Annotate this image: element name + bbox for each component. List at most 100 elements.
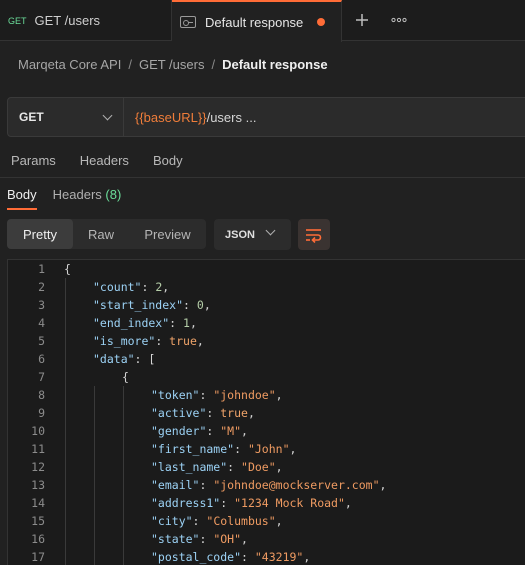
tab-default-response[interactable]: Default response — [172, 0, 342, 42]
code-token: { — [64, 262, 71, 276]
code-token: , — [379, 478, 387, 492]
line-number: 16 — [31, 532, 45, 546]
breadcrumb-collection[interactable]: Marqeta Core API — [18, 57, 121, 72]
code-text: "last_name": "Doe", — [151, 458, 283, 476]
code-text: { — [64, 260, 71, 278]
code-token: true — [220, 406, 248, 420]
code-line: 17 "postal_code": "43219", — [8, 548, 525, 565]
new-tab-button[interactable] — [342, 0, 382, 40]
url-bar: GET {{baseURL}}/users ... — [7, 97, 525, 137]
chevron-down-icon — [265, 225, 276, 236]
response-body-editor[interactable]: 1{2 "count": 2, 3 "start_index": 0, 4 "end_in… — [7, 259, 525, 565]
wrap-lines-icon — [306, 228, 322, 243]
code-token: : — [206, 424, 221, 438]
tab-title: Default response — [205, 14, 304, 30]
code-token: : — [241, 550, 255, 564]
code-line: 13 "email": "johndoe@mockserver.com", — [8, 476, 525, 494]
code-token: "John" — [247, 442, 290, 456]
code-text: "end_index": 1, — [93, 314, 197, 332]
tab-headers[interactable]: Headers — [80, 153, 129, 168]
code-line: 15 "city": "Columbus", — [8, 512, 525, 530]
breadcrumb-separator: / — [211, 56, 216, 72]
headers-count-badge: (8) — [105, 187, 122, 202]
format-select[interactable]: JSON — [214, 219, 291, 250]
code-text: "data": [ — [93, 350, 155, 368]
code-token: "state" — [151, 532, 200, 546]
code-token: "start_index" — [93, 298, 184, 312]
code-token: "first_name" — [151, 442, 235, 456]
code-token: : — [141, 280, 156, 294]
code-token: , — [275, 514, 283, 528]
tab-params[interactable]: Params — [11, 153, 56, 168]
code-token: , — [289, 442, 297, 456]
tab-bar: GET GET /users Default response — [0, 0, 525, 42]
line-number: 4 — [38, 316, 45, 330]
code-line: 2 "count": 2, — [8, 278, 525, 296]
code-token: : — [199, 532, 214, 546]
tab-body[interactable]: Body — [153, 153, 183, 168]
code-text: "address1": "1234 Mock Road", — [151, 494, 352, 512]
code-token: "johndoe" — [213, 388, 276, 402]
method-select[interactable]: GET — [8, 98, 124, 136]
code-text: "state": "OH", — [151, 530, 248, 548]
code-token: : — [234, 442, 248, 456]
code-text: "count": 2, — [93, 278, 169, 296]
code-line: 11 "first_name": "John", — [8, 440, 525, 458]
code-token: , — [196, 334, 204, 348]
code-text: "gender": "M", — [151, 422, 248, 440]
raw-button[interactable]: Raw — [73, 219, 129, 249]
breadcrumb-request[interactable]: GET /users — [139, 57, 205, 72]
breadcrumb-separator: / — [128, 56, 132, 72]
code-token: "address1" — [151, 496, 221, 510]
wrap-lines-button[interactable] — [298, 219, 330, 250]
code-line: 16 "state": "OH", — [8, 530, 525, 548]
divider — [0, 177, 525, 178]
code-token: , — [189, 316, 197, 330]
code-text: "active": true, — [151, 404, 255, 422]
tab-response-body[interactable]: Body — [7, 187, 37, 210]
code-token: : — [192, 514, 207, 528]
code-line: 6 "data": [ — [8, 350, 525, 368]
preview-button[interactable]: Preview — [129, 219, 206, 249]
code-token: 1 — [183, 316, 190, 330]
code-token: "data" — [93, 352, 135, 366]
code-token: "Doe" — [241, 460, 276, 474]
code-line: 12 "last_name": "Doe", — [8, 458, 525, 476]
code-token: "gender" — [151, 424, 207, 438]
code-text: "email": "johndoe@mockserver.com", — [151, 476, 386, 494]
tab-get-users[interactable]: GET GET /users — [0, 0, 172, 41]
url-input[interactable]: {{baseURL}}/users ... — [124, 110, 256, 125]
line-number: 12 — [31, 460, 45, 474]
code-token: "count" — [93, 280, 142, 294]
tab-options-button[interactable] — [382, 0, 416, 40]
code-token: , — [241, 424, 248, 438]
code-token: , — [241, 532, 248, 546]
line-number: 8 — [38, 388, 45, 402]
request-tabs: Params Headers Body — [11, 153, 207, 168]
code-token: "postal_code" — [151, 550, 242, 564]
line-number: 15 — [31, 514, 45, 528]
line-number: 17 — [31, 550, 45, 564]
code-token: "M" — [220, 424, 242, 438]
code-token: : [ — [134, 352, 156, 366]
pretty-button[interactable]: Pretty — [7, 219, 73, 249]
code-token: , — [203, 298, 211, 312]
example-icon — [180, 16, 196, 28]
code-token: , — [162, 280, 170, 294]
method-label: GET — [19, 110, 44, 124]
code-text: "token": "johndoe", — [151, 386, 283, 404]
code-token: : — [227, 460, 242, 474]
code-token: "city" — [151, 514, 193, 528]
line-number: 9 — [38, 406, 45, 420]
chevron-down-icon — [102, 110, 113, 120]
code-token: true — [169, 334, 197, 348]
tab-response-headers[interactable]: Headers (8) — [53, 187, 122, 210]
code-line: 14 "address1": "1234 Mock Road", — [8, 494, 525, 512]
code-text: "start_index": 0, — [93, 296, 211, 314]
code-text: "postal_code": "43219", — [151, 548, 310, 565]
code-line: 1{ — [8, 260, 525, 278]
code-token: "Columbus" — [206, 514, 276, 528]
code-token: , — [275, 388, 283, 402]
code-line: 3 "start_index": 0, — [8, 296, 525, 314]
code-token: "OH" — [213, 532, 242, 546]
